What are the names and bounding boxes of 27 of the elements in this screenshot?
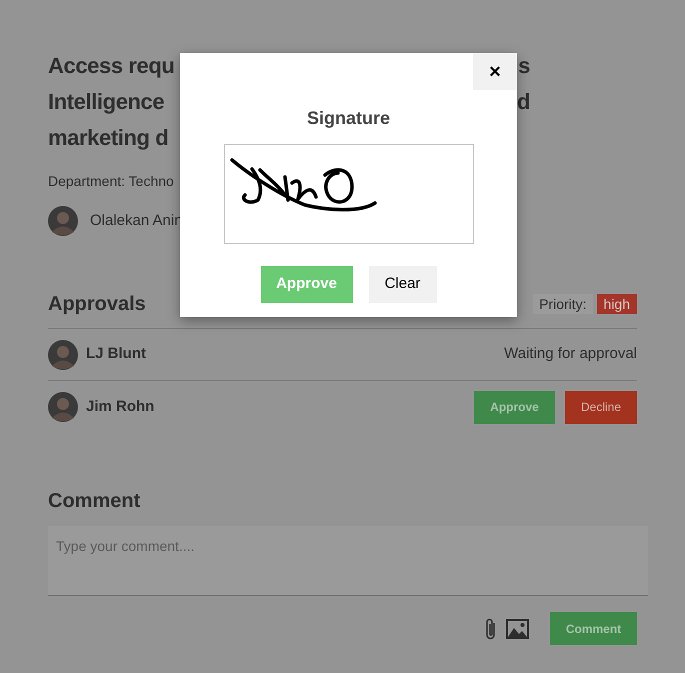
comment-field[interactable]: Type your comment.... [48,526,648,596]
approver-name: Jim Rohn [86,396,154,417]
priority-label: Priority: [533,294,593,314]
clear-button[interactable]: Clear [368,266,436,303]
approval-status: Waiting for approval [504,344,637,364]
priority-badge: high [596,294,637,314]
title-text: Access requ [48,52,174,80]
paperclip-icon[interactable] [484,616,498,640]
image-icon[interactable] [506,618,529,638]
title-text: d [516,88,530,116]
signature-pad[interactable] [224,144,474,244]
comment-button[interactable]: Comment [550,612,637,645]
dialog-title: Signature [306,107,390,130]
title-text: s [518,52,530,80]
avatar-icon [48,206,78,236]
title-text: marketing d [48,124,168,152]
title-text: Intelligence [48,88,164,116]
decline-button[interactable]: Decline [565,390,637,424]
department-text: Department: Techno [48,172,175,191]
avatar-icon [48,340,78,370]
approver-name: LJ Blunt [86,344,146,364]
close-button[interactable]: × [473,53,517,90]
section-heading: Comment [48,489,142,514]
section-heading: Approvals [48,292,146,317]
approve-button[interactable]: Approve [260,266,352,303]
avatar-icon [48,392,78,422]
approve-button[interactable]: Approve [474,390,555,424]
